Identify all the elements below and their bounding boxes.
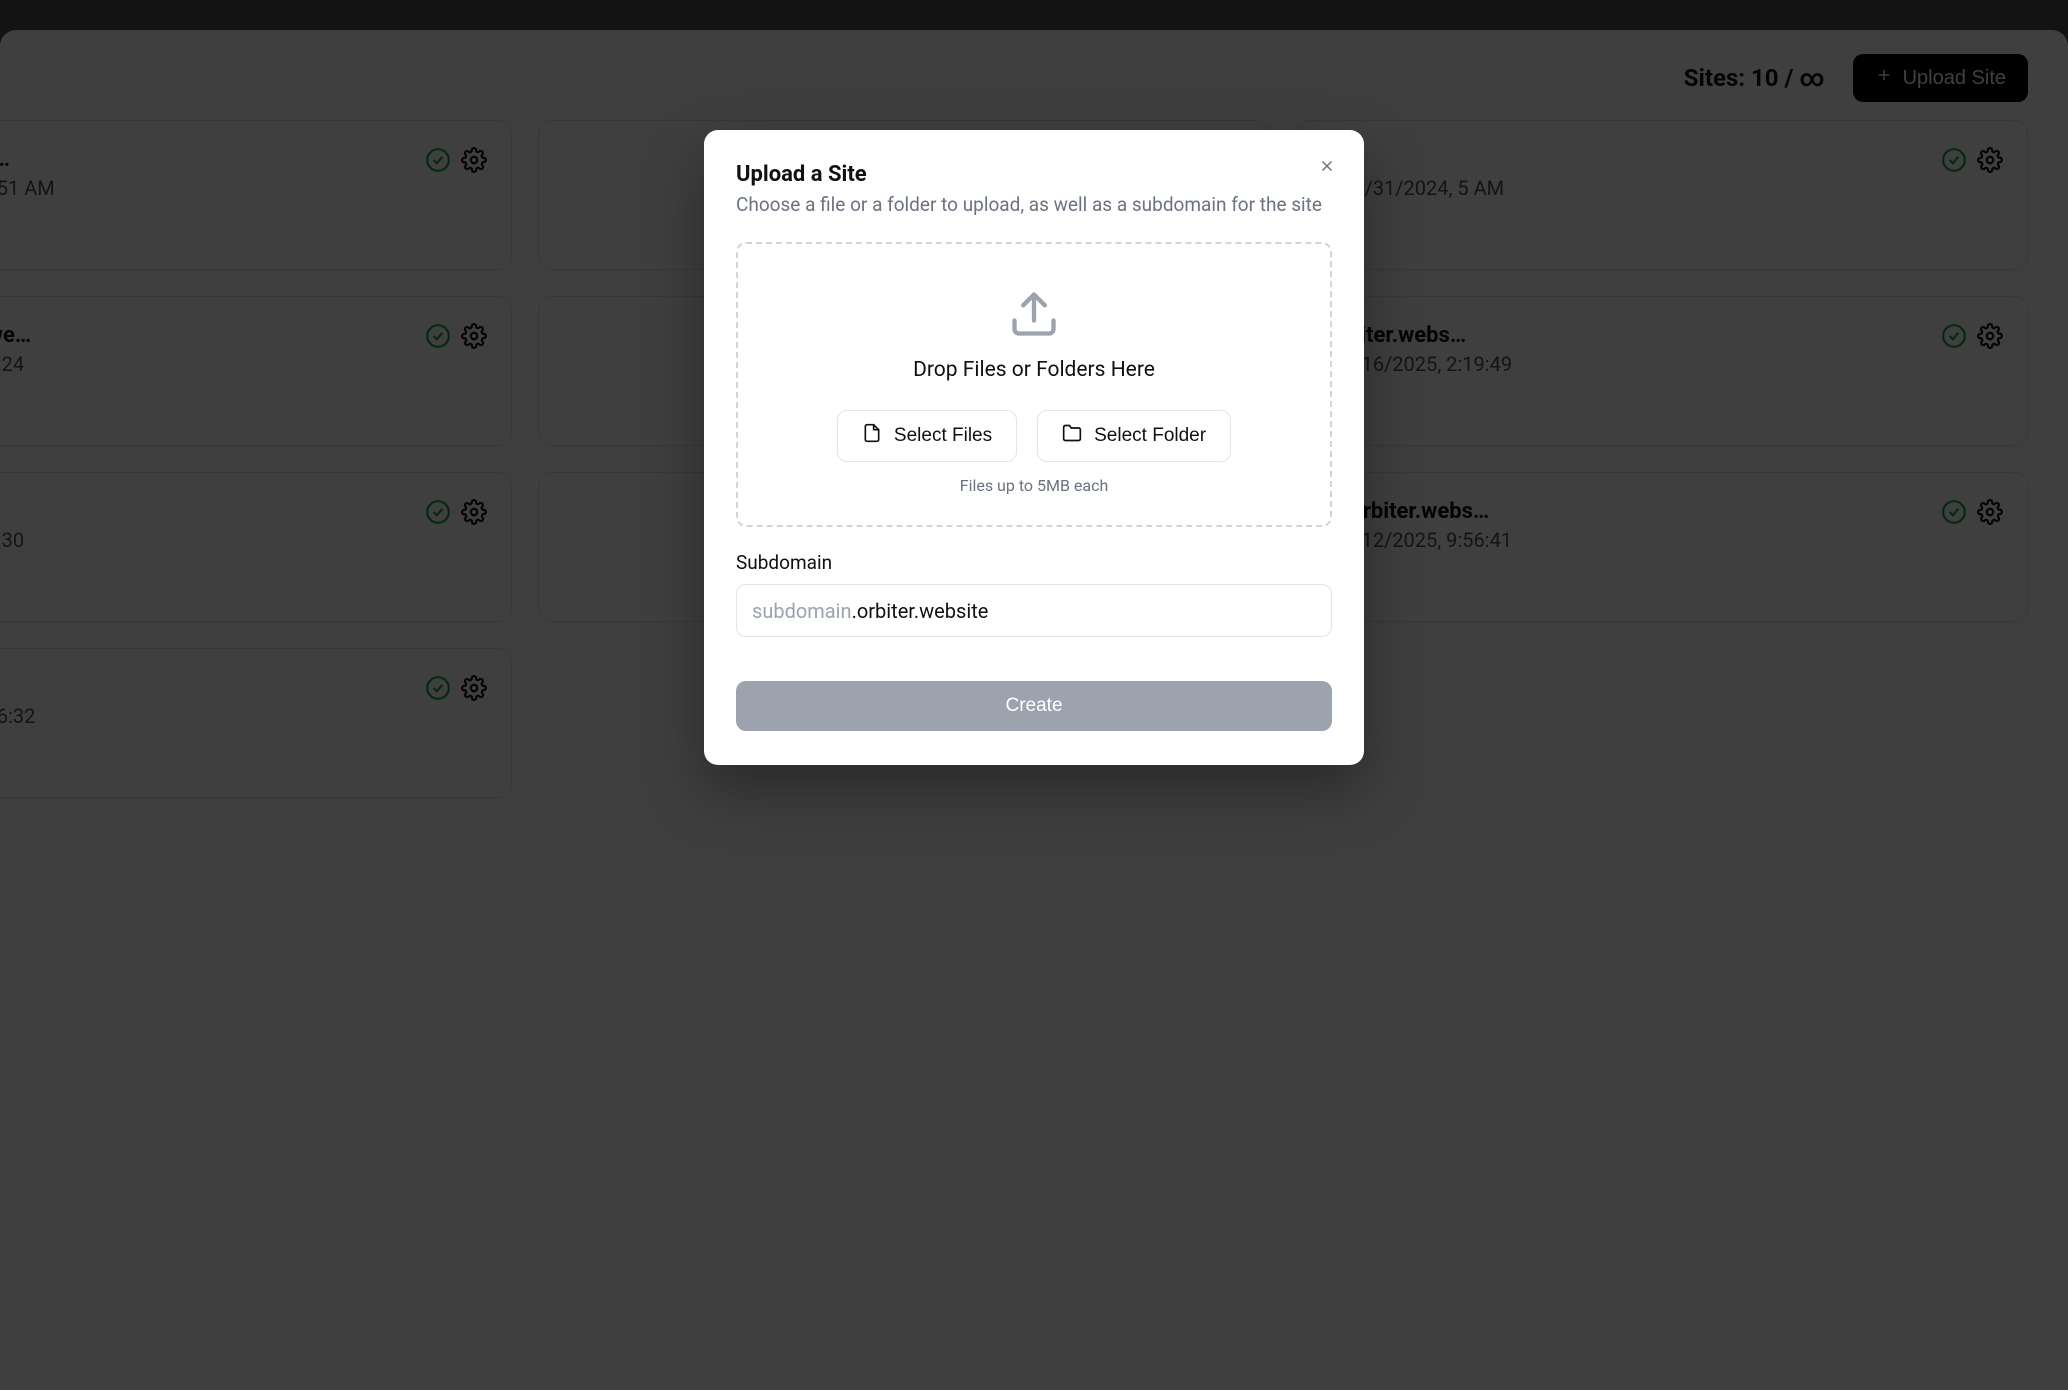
dropzone-text: Drop Files or Folders Here [913, 358, 1155, 382]
modal-subtitle: Choose a file or a folder to upload, as … [736, 193, 1332, 216]
create-button[interactable]: Create [736, 681, 1332, 731]
upload-modal: Upload a Site Choose a file or a folder … [704, 130, 1364, 765]
close-icon [1318, 157, 1336, 178]
modal-title: Upload a Site [736, 162, 1332, 187]
file-icon [862, 423, 882, 449]
select-folder-label: Select Folder [1094, 425, 1206, 447]
select-folder-button[interactable]: Select Folder [1037, 410, 1231, 462]
select-files-label: Select Files [894, 425, 992, 447]
select-files-button[interactable]: Select Files [837, 410, 1017, 462]
folder-icon [1062, 423, 1082, 449]
dropzone[interactable]: Drop Files or Folders Here Select Files … [736, 242, 1332, 527]
close-button[interactable] [1312, 152, 1342, 182]
subdomain-label: Subdomain [736, 551, 1332, 574]
upload-icon [1008, 288, 1060, 344]
modal-overlay[interactable]: Upload a Site Choose a file or a folder … [0, 0, 2068, 1390]
dropzone-hint: Files up to 5MB each [960, 476, 1109, 495]
subdomain-input[interactable] [736, 584, 1332, 637]
